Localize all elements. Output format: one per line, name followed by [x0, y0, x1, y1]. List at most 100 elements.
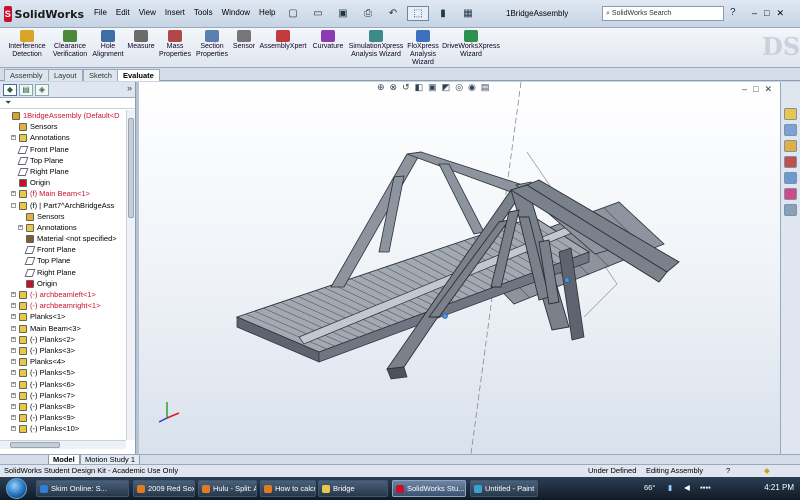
search-results-icon[interactable]: [784, 156, 797, 168]
configuration-manager-tab[interactable]: ◈: [35, 83, 49, 96]
tree-expander-icon[interactable]: +: [11, 359, 16, 365]
search-box[interactable]: ⌕ SolidWorks Search: [602, 6, 724, 21]
close-button[interactable]: ✕: [776, 8, 784, 19]
tree-vertical-scrollbar[interactable]: [126, 110, 135, 440]
solidworks-logo[interactable]: S SolidWorks: [4, 5, 84, 23]
tree-item[interactable]: Material <not specified>: [0, 233, 126, 244]
viewport-close-button[interactable]: ✕: [764, 84, 772, 95]
tree-item[interactable]: Origin: [0, 278, 126, 289]
view-palette-icon[interactable]: [784, 172, 797, 184]
tree-expander-icon[interactable]: +: [11, 370, 16, 376]
tree-expander-icon[interactable]: +: [11, 191, 16, 197]
save-button[interactable]: ▣: [332, 6, 354, 21]
taskbar-button[interactable]: SolidWorks Stu...: [392, 480, 466, 497]
custom-properties-icon[interactable]: [784, 204, 797, 216]
tree-item[interactable]: + Planks<1>: [0, 311, 126, 322]
tree-item[interactable]: + (-) Planks<10>: [0, 423, 126, 434]
menu-window[interactable]: Window: [222, 8, 250, 17]
tree-item[interactable]: + (-) Planks<7>: [0, 390, 126, 401]
taskbar-button[interactable]: 2009 Red Sox S...: [133, 480, 195, 497]
scrollbar-thumb[interactable]: [128, 118, 134, 218]
tray-temperature[interactable]: 66°: [644, 480, 655, 496]
tree-expander-icon[interactable]: +: [18, 224, 23, 230]
menu-view[interactable]: View: [139, 8, 156, 17]
expand-panel-icon[interactable]: »: [127, 83, 132, 93]
view-orientation-icon[interactable]: ▣: [428, 82, 437, 93]
open-button[interactable]: ▭: [307, 6, 329, 21]
tree-item[interactable]: 1BridgeAssembly (Default<D: [0, 110, 126, 121]
select-button[interactable]: ⬚: [407, 6, 429, 21]
tree-item[interactable]: + (-) archbeamleft<1>: [0, 289, 126, 300]
tree-item[interactable]: Right Plane: [0, 267, 126, 278]
tree-expander-icon[interactable]: +: [11, 415, 16, 421]
menu-file[interactable]: File: [94, 8, 107, 17]
tree-item[interactable]: Front Plane: [0, 244, 126, 255]
tree-item[interactable]: + (-) Planks<6>: [0, 379, 126, 390]
tree-item[interactable]: Sensors: [0, 121, 126, 132]
display-style-icon[interactable]: ◩: [442, 82, 451, 93]
section-properties-button[interactable]: Section Properties: [194, 30, 230, 59]
tab-evaluate[interactable]: Evaluate: [117, 69, 160, 81]
tree-item[interactable]: + (-) Planks<3>: [0, 345, 126, 356]
taskbar-button[interactable]: Bridge: [318, 480, 388, 497]
tree-item[interactable]: + Planks<4>: [0, 356, 126, 367]
tree-expander-icon[interactable]: +: [11, 381, 16, 387]
tab-layout[interactable]: Layout: [48, 69, 83, 81]
clearance-verification-button[interactable]: Clearance Verification: [50, 30, 90, 59]
tree-item[interactable]: + (-) Planks<8>: [0, 401, 126, 412]
tree-item[interactable]: + (-) archbeamright<1>: [0, 300, 126, 311]
taskbar-button[interactable]: Hulu - Split: A ...: [198, 480, 257, 497]
quick-tips-icon[interactable]: ◆: [764, 465, 770, 477]
tree-item[interactable]: + Main Beam<3>: [0, 323, 126, 334]
section-view-icon[interactable]: ◧: [415, 82, 424, 93]
edit-appearance-icon[interactable]: ◉: [468, 82, 476, 93]
selection-handle[interactable]: [442, 313, 448, 319]
property-manager-tab[interactable]: ▤: [19, 83, 33, 96]
previous-view-icon[interactable]: ↺: [402, 82, 410, 93]
tree-item[interactable]: + Annotations: [0, 222, 126, 233]
tree-expander-icon[interactable]: +: [11, 336, 16, 342]
options-button[interactable]: ▦: [457, 6, 479, 21]
selection-handle[interactable]: [564, 277, 570, 283]
menu-help[interactable]: Help: [259, 8, 275, 17]
tab-sketch[interactable]: Sketch: [83, 69, 118, 81]
print-button[interactable]: ⎙: [357, 6, 379, 21]
curvature-button[interactable]: Curvature: [310, 30, 346, 51]
taskbar-button[interactable]: Skim Online: S...: [36, 480, 129, 497]
menu-insert[interactable]: Insert: [165, 8, 185, 17]
menu-tools[interactable]: Tools: [194, 8, 213, 17]
scrollbar-thumb[interactable]: [10, 442, 60, 448]
minimize-button[interactable]: –: [752, 8, 757, 19]
tree-item[interactable]: Top Plane: [0, 155, 126, 166]
appearances-icon[interactable]: [784, 188, 797, 200]
tree-expander-icon[interactable]: +: [11, 303, 16, 309]
tree-item[interactable]: Origin: [0, 177, 126, 188]
hole-alignment-button[interactable]: Hole Alignment: [90, 30, 126, 59]
tree-item[interactable]: Top Plane: [0, 255, 126, 266]
assemblyxpert-button[interactable]: AssemblyXpert: [259, 30, 307, 51]
apply-scene-icon[interactable]: ▤: [481, 82, 490, 93]
volume-icon[interactable]: ◀: [684, 480, 690, 496]
search-input[interactable]: SolidWorks Search: [612, 10, 671, 17]
status-help-button[interactable]: ?: [726, 465, 730, 477]
tree-item[interactable]: + (-) Planks<9>: [0, 412, 126, 423]
tree-expander-icon[interactable]: +: [11, 403, 16, 409]
help-button[interactable]: ?: [730, 7, 736, 18]
tree-item[interactable]: Sensors: [0, 211, 126, 222]
tree-item[interactable]: Right Plane: [0, 166, 126, 177]
tree-expander-icon[interactable]: +: [11, 347, 16, 353]
tree-item[interactable]: + (-) Planks<2>: [0, 334, 126, 345]
viewport-restore-button[interactable]: □: [753, 84, 758, 95]
zoom-to-fit-icon[interactable]: ⊕: [377, 82, 385, 93]
tree-item[interactable]: Front Plane: [0, 144, 126, 155]
new-document-button[interactable]: ▢: [282, 6, 304, 21]
start-button[interactable]: [6, 478, 27, 499]
tree-item[interactable]: + (f) Main Beam<1>: [0, 188, 126, 199]
clock[interactable]: 4:21 PM: [764, 480, 794, 496]
network-icon[interactable]: ▮: [668, 480, 672, 496]
graphics-viewport[interactable]: ⊕ ⊗ ↺ ◧ ▣ ◩ ◎ ◉ ▤ – □ ✕: [139, 82, 780, 454]
file-explorer-icon[interactable]: [784, 140, 797, 152]
feature-manager-tab[interactable]: ◆: [3, 83, 17, 96]
viewport-minimize-button[interactable]: –: [742, 84, 747, 95]
restore-button[interactable]: □: [764, 8, 769, 19]
